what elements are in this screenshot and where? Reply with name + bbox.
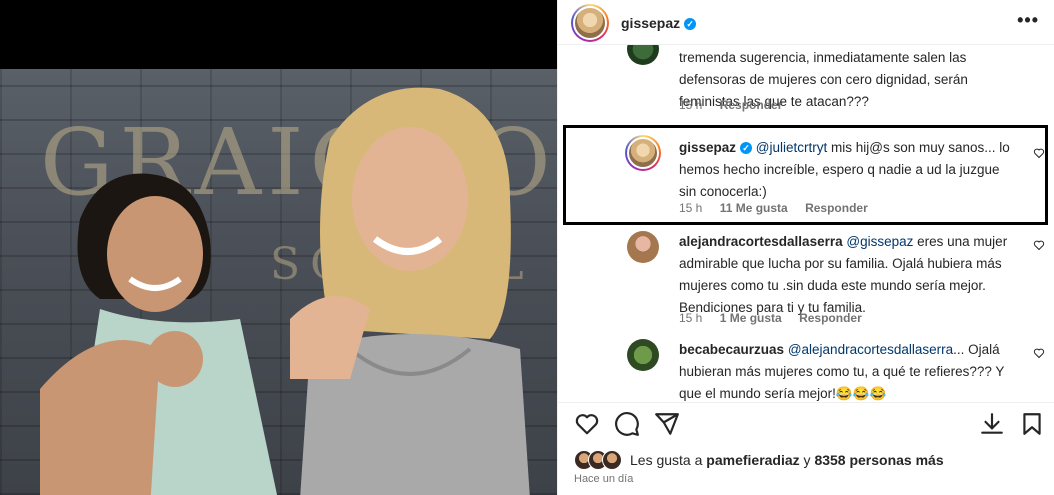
comment-time: 15 h bbox=[679, 311, 703, 325]
likers-avatars bbox=[574, 450, 630, 470]
liker-username[interactable]: pamefieradiaz bbox=[706, 452, 799, 468]
woman-right-figure bbox=[290, 87, 530, 495]
author-username-text[interactable]: gissepaz bbox=[621, 15, 680, 31]
verified-badge-icon: ✓ bbox=[684, 18, 697, 31]
mention-link[interactable]: @alejandracortesdallaserra bbox=[788, 342, 953, 357]
post-media[interactable]: GRAIGHOU SCHOOL bbox=[0, 0, 557, 495]
share-send-icon[interactable] bbox=[654, 411, 680, 437]
comment-bubble-icon[interactable] bbox=[614, 411, 640, 437]
likes-text: Les gusta a pamefieradiaz y 8358 persona… bbox=[630, 452, 944, 468]
post-timestamp: Hace un día bbox=[574, 473, 634, 485]
more-options-icon[interactable]: ••• bbox=[1017, 10, 1039, 31]
commenter-username[interactable]: alejandracortesdallaserra bbox=[679, 234, 843, 249]
liker-avatar bbox=[602, 450, 622, 470]
like-heart-icon[interactable] bbox=[1033, 347, 1045, 359]
commenter-avatar[interactable] bbox=[627, 339, 659, 371]
highlight-box bbox=[563, 125, 1048, 225]
post-side-panel: gissepaz ✓ ••• tremenda sugerencia, inmed… bbox=[557, 0, 1054, 495]
author-avatar[interactable] bbox=[571, 4, 609, 42]
comment-likes[interactable]: 1 Me gusta bbox=[720, 311, 782, 325]
bookmark-icon[interactable] bbox=[1019, 411, 1045, 437]
reply-button[interactable]: Responder bbox=[720, 98, 783, 112]
comment-meta: 15 h Responder bbox=[679, 98, 796, 112]
author-username[interactable]: gissepaz ✓ bbox=[621, 15, 697, 31]
comment-text: alejandracortesdallaserra @gissepaz eres… bbox=[679, 231, 1019, 319]
reply-button[interactable]: Responder bbox=[799, 311, 862, 325]
likes-connector: y bbox=[803, 452, 811, 468]
commenter-username[interactable]: becabecaurzuas bbox=[679, 342, 784, 357]
download-icon[interactable] bbox=[979, 411, 1005, 437]
likes-prefix: Les gusta a bbox=[630, 452, 703, 468]
comment-text: becabecaurzuas @alejandracortesdallaserr… bbox=[679, 339, 1019, 402]
comment-meta: 15 h 1 Me gusta Responder bbox=[679, 311, 876, 325]
post-photo: GRAIGHOU SCHOOL bbox=[0, 69, 557, 495]
like-heart-icon[interactable] bbox=[1033, 239, 1045, 251]
like-heart-icon[interactable] bbox=[574, 411, 600, 437]
post-header: gissepaz ✓ ••• bbox=[558, 0, 1054, 45]
mention-link[interactable]: @gissepaz bbox=[846, 234, 913, 249]
comment-time: 15 h bbox=[679, 98, 703, 112]
likes-count-link[interactable]: 8358 personas más bbox=[814, 452, 943, 468]
commenter-avatar[interactable] bbox=[627, 231, 659, 263]
commenter-avatar[interactable] bbox=[627, 45, 659, 65]
post-actions-bar bbox=[558, 402, 1054, 442]
